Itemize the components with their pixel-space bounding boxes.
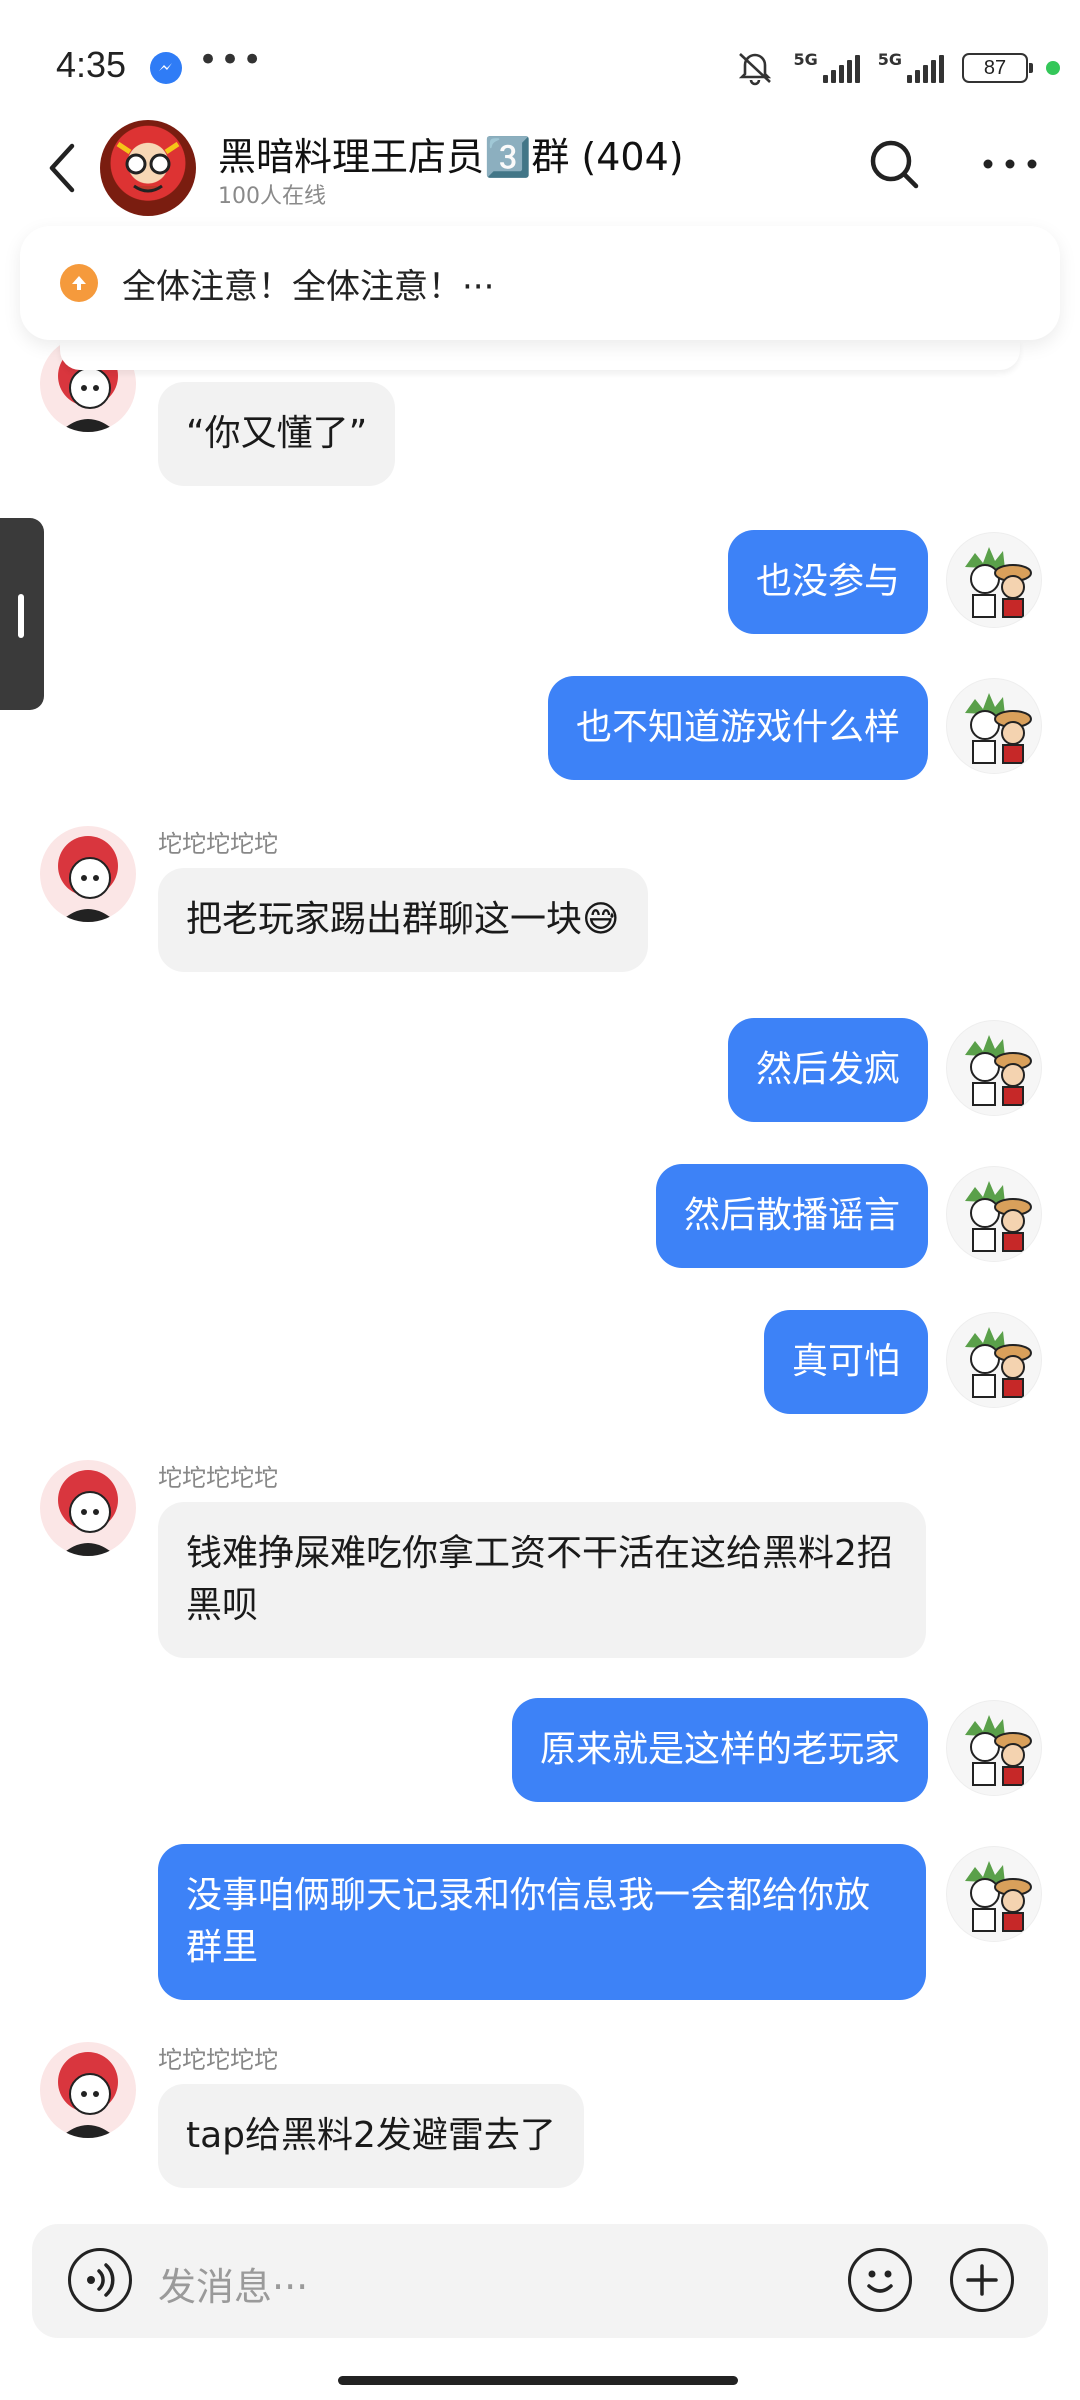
status-time: 4:35 — [56, 44, 127, 85]
my-avatar[interactable] — [946, 1700, 1042, 1796]
battery-level: 87 — [983, 56, 1007, 79]
plus-icon — [966, 2264, 998, 2296]
sender-avatar[interactable] — [40, 1460, 136, 1556]
status-icons: 5G 5G 87 — [735, 48, 1060, 88]
my-avatar[interactable] — [946, 1166, 1042, 1262]
message-bubble-outgoing[interactable]: 然后散播谣言 — [655, 1164, 928, 1268]
camera-in-use-dot — [1046, 61, 1060, 75]
message-bubble-outgoing[interactable]: 没事咱俩聊天记录和你信息我一会都给你放群里 — [158, 1844, 926, 2000]
back-button[interactable] — [42, 138, 86, 198]
more-horizontal-icon — [983, 159, 1037, 169]
my-avatar[interactable] — [946, 1020, 1042, 1116]
network-1-label: 5G — [793, 50, 818, 69]
side-drawer-handle[interactable] — [0, 518, 44, 710]
my-avatar[interactable] — [946, 1312, 1042, 1408]
voice-input-button[interactable] — [68, 2248, 132, 2312]
message-input-placeholder[interactable]: 发消息··· — [158, 2256, 308, 2311]
network-2-label: 5G — [877, 50, 902, 69]
sender-nickname[interactable]: 坨坨坨坨坨 — [158, 2040, 278, 2075]
message-bubble-incoming[interactable]: 钱难挣屎难吃你拿工资不干活在这给黑料2招黑呗 — [158, 1502, 926, 1658]
sender-avatar[interactable] — [40, 2042, 136, 2138]
message-bubble-outgoing[interactable]: 原来就是这样的老玩家 — [511, 1698, 928, 1802]
group-announcement[interactable]: 全体注意！全体注意！··· — [20, 226, 1060, 340]
sender-nickname[interactable]: 坨坨坨坨坨 — [158, 824, 278, 859]
voice-icon — [87, 2263, 115, 2297]
announcement-text: 全体注意！全体注意！··· — [122, 266, 495, 307]
message-bubble-incoming[interactable]: “你又懂了” — [158, 382, 396, 486]
my-avatar[interactable] — [946, 1846, 1042, 1942]
message-bubble-incoming[interactable]: tap给黑料2发避雷去了 — [158, 2084, 584, 2188]
more-actions-button[interactable] — [950, 2248, 1014, 2312]
announcement-up-icon — [60, 264, 98, 302]
message-bubble-incoming[interactable]: 把老玩家踢出群聊这一块😅 — [158, 868, 648, 972]
search-button[interactable] — [866, 136, 922, 192]
my-avatar[interactable] — [946, 532, 1042, 628]
emoji-button[interactable] — [848, 2248, 912, 2312]
messenger-notification-icon — [150, 52, 182, 84]
my-avatar[interactable] — [946, 678, 1042, 774]
more-button[interactable] — [980, 152, 1040, 176]
group-title: 黑暗料理王店员3️⃣群 (404) — [218, 135, 684, 179]
message-bubble-outgoing[interactable]: 也没参与 — [727, 530, 928, 634]
sender-nickname[interactable]: 坨坨坨坨坨 — [158, 1458, 278, 1493]
announcement-shadow — [60, 340, 1020, 370]
signal-1-icon: 5G — [793, 50, 860, 83]
message-bubble-outgoing[interactable]: 然后发疯 — [727, 1018, 928, 1122]
home-indicator[interactable] — [338, 2376, 738, 2385]
mute-icon — [739, 53, 772, 86]
online-count: 100人在线 — [218, 184, 326, 209]
message-bubble-outgoing[interactable]: 也不知道游戏什么样 — [547, 676, 928, 780]
back-arrow-icon — [49, 143, 75, 193]
search-icon — [870, 140, 919, 189]
message-bubble-outgoing[interactable]: 真可怕 — [763, 1310, 928, 1414]
battery-icon: 87 — [962, 53, 1033, 83]
sender-avatar[interactable] — [40, 826, 136, 922]
signal-2-icon: 5G — [877, 50, 944, 83]
group-avatar[interactable] — [100, 120, 196, 216]
more-notifications-icon: ••• — [198, 40, 265, 80]
smiley-icon — [867, 2270, 893, 2293]
